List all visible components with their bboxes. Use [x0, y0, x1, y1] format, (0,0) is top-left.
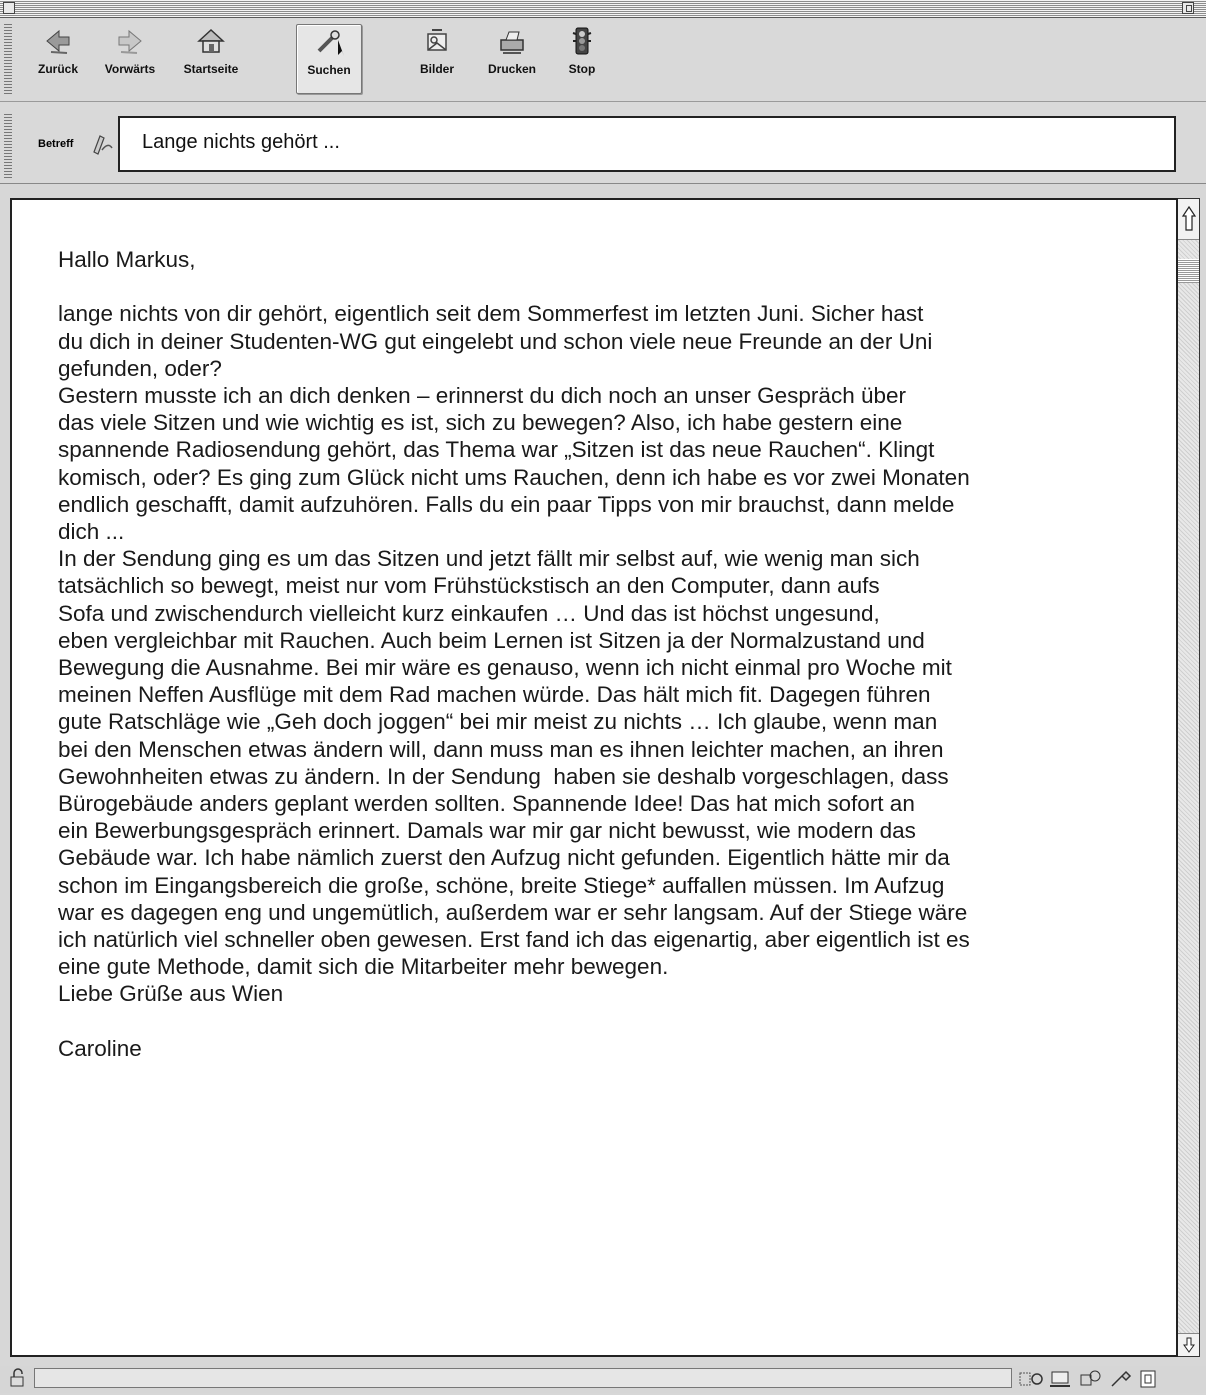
- window-close-box[interactable]: [3, 2, 15, 14]
- stop-button[interactable]: Stop: [562, 24, 602, 94]
- stop-button-label: Stop: [568, 62, 596, 76]
- status-icon-3[interactable]: [1078, 1368, 1104, 1390]
- arrow-down-icon: [1182, 1337, 1195, 1353]
- lock-icon[interactable]: [8, 1368, 28, 1388]
- search-icon: [317, 30, 344, 56]
- images-button[interactable]: Bilder: [414, 24, 460, 94]
- forward-button-label: Vorwärts: [104, 62, 156, 76]
- toolbar-grip[interactable]: [4, 24, 12, 96]
- subject-row-grip[interactable]: [4, 114, 12, 178]
- status-text-field: [34, 1368, 1012, 1388]
- forward-button[interactable]: Vorwärts: [98, 24, 162, 94]
- back-arrow-icon: [46, 29, 70, 54]
- window-zoom-box[interactable]: [1182, 2, 1194, 14]
- search-button-label: Suchen: [307, 63, 351, 77]
- forward-arrow-icon: [118, 29, 142, 54]
- images-button-label: Bilder: [419, 62, 454, 76]
- email-body: Hallo Markus, lange nichts von dir gehör…: [58, 247, 970, 1061]
- home-icon: [197, 28, 225, 53]
- status-icon-1[interactable]: [1018, 1368, 1044, 1390]
- status-icon-5[interactable]: [1138, 1368, 1164, 1390]
- status-icon-4[interactable]: [1108, 1368, 1134, 1390]
- vertical-scrollbar[interactable]: [1178, 198, 1200, 1357]
- status-icon-2[interactable]: [1048, 1368, 1074, 1390]
- subject-field[interactable]: Lange nichts gehört ...: [118, 116, 1176, 172]
- printer-icon: [500, 31, 524, 54]
- scroll-down-button[interactable]: [1178, 1333, 1199, 1356]
- status-bar: [0, 1366, 1206, 1393]
- print-button-label: Drucken: [487, 62, 537, 76]
- back-button[interactable]: Zurück: [30, 24, 86, 94]
- subject-row: Betreff Lange nichts gehört ...: [0, 102, 1206, 184]
- navigation-toolbar: Zurück Vorwärts Startseite Suchen Bilder…: [0, 18, 1206, 102]
- home-button-label: Startseite: [183, 62, 239, 76]
- stop-icon: [572, 27, 592, 55]
- pen-icon: [93, 135, 113, 155]
- scroll-thumb[interactable]: [1178, 259, 1199, 283]
- print-button[interactable]: Drucken: [482, 24, 542, 94]
- back-button-label: Zurück: [37, 62, 78, 76]
- scroll-up-button[interactable]: [1178, 199, 1199, 240]
- arrow-up-icon: [1181, 205, 1196, 231]
- status-icon-group: [1018, 1368, 1164, 1390]
- email-content-pane[interactable]: Hallo Markus, lange nichts von dir gehör…: [10, 198, 1178, 1357]
- window-titlebar[interactable]: [0, 0, 1206, 18]
- subject-label: Betreff: [38, 138, 74, 150]
- search-button[interactable]: Suchen: [296, 24, 362, 94]
- images-icon: [427, 29, 447, 51]
- home-button[interactable]: Startseite: [176, 24, 246, 94]
